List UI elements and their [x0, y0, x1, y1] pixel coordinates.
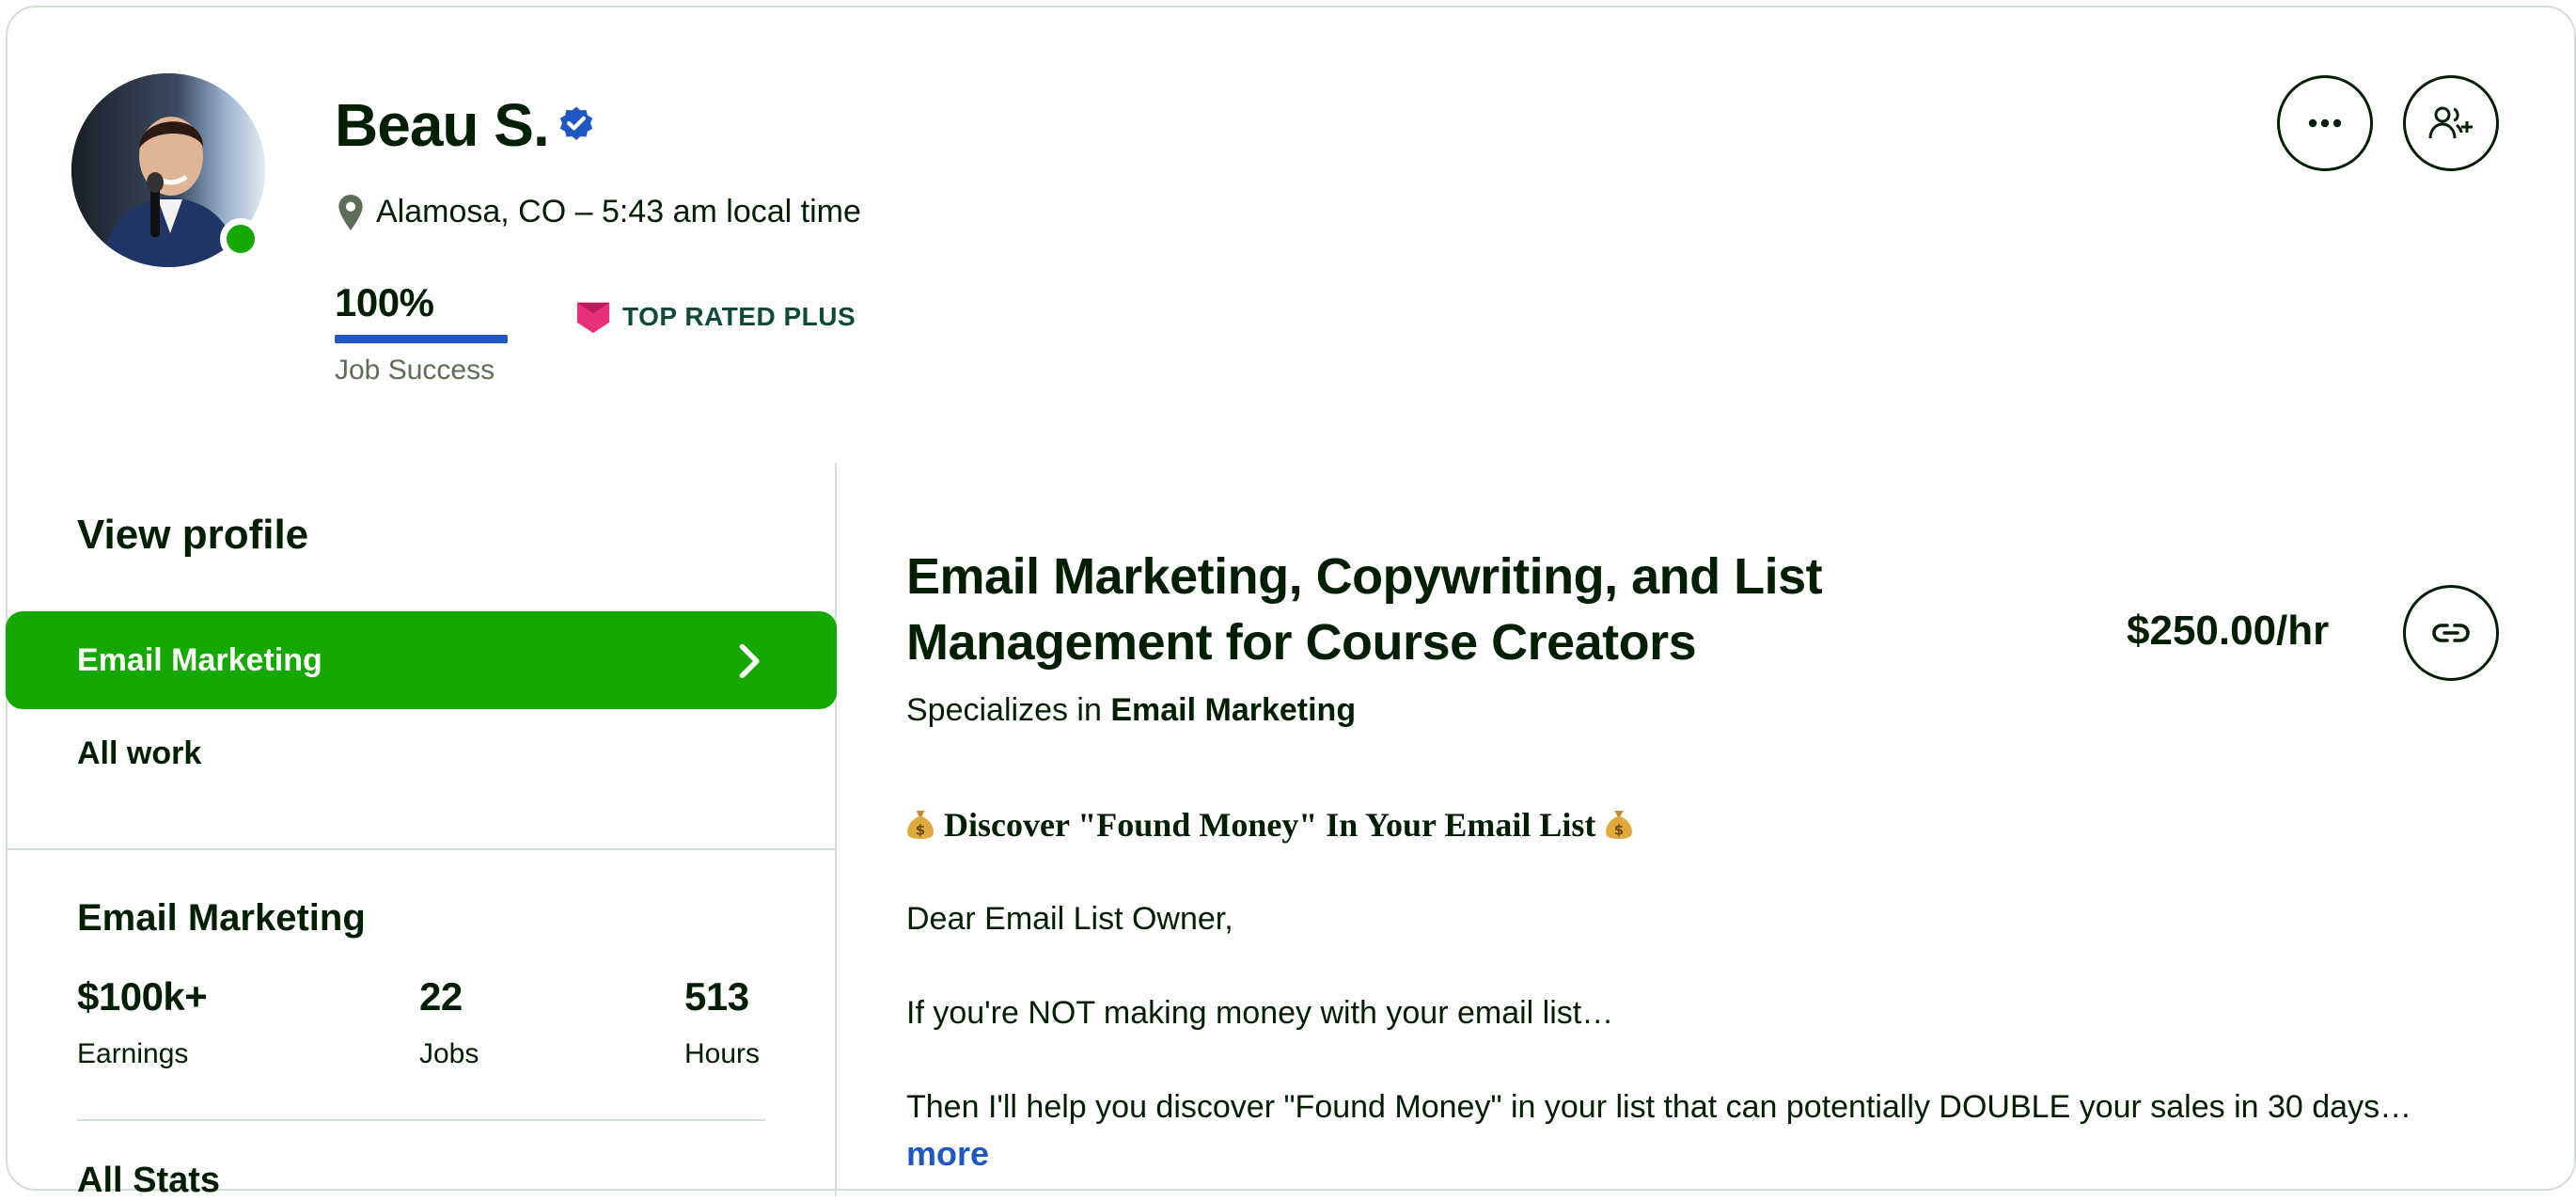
- description-line: Then I'll help you discover "Found Money…: [906, 1089, 2412, 1125]
- more-options-button[interactable]: [2277, 75, 2373, 171]
- online-status-indicator: [220, 218, 261, 260]
- specializes-prefix: Specializes in: [906, 692, 1102, 728]
- avatar: [71, 73, 265, 267]
- column-divider: [835, 463, 837, 1196]
- all-stats-heading: All Stats: [77, 1161, 221, 1200]
- stats-divider: [77, 1119, 765, 1121]
- job-success-bar: [335, 335, 508, 343]
- hourly-rate: $250.00/hr: [2127, 608, 2330, 654]
- stat-jobs: 22 Jobs: [419, 974, 479, 1070]
- description-greeting: Dear Email List Owner,: [906, 901, 1233, 937]
- svg-text:$: $: [1614, 822, 1624, 839]
- top-rated-plus-badge: TOP RATED PLUS: [575, 299, 856, 335]
- profile-title-line1: Email Marketing, Copywriting, and List: [906, 548, 1823, 605]
- stat-label: Hours: [684, 1038, 761, 1069]
- add-person-icon: [2428, 106, 2473, 139]
- job-success-score: 100% Job Success: [335, 280, 508, 387]
- location-text: Alamosa, CO – 5:43 am local time: [376, 194, 861, 229]
- copy-link-button[interactable]: [2403, 585, 2499, 681]
- job-success-label: Job Success: [335, 355, 495, 386]
- top-rated-plus-icon: [576, 302, 610, 334]
- description-heading-row: $ Discover "Found Money" In Your Email L…: [906, 805, 1642, 845]
- location-pin-icon: [338, 194, 363, 230]
- specializes-line: Specializes in Email Marketing: [906, 692, 1356, 729]
- sidebar-divider: [6, 848, 837, 850]
- stats-title: Email Marketing: [77, 897, 366, 939]
- invite-to-job-button[interactable]: [2403, 75, 2499, 171]
- profile-title: Email Marketing, Copywriting, and List M…: [906, 544, 1940, 675]
- job-success-bar-fill: [335, 335, 508, 343]
- stat-earnings: $100k+ Earnings: [77, 974, 208, 1070]
- job-success-value: 100%: [335, 280, 434, 324]
- verified-badge-icon: [559, 106, 593, 140]
- badge-label: TOP RATED PLUS: [622, 302, 856, 331]
- profile-title-line2: Management for Course Creators: [906, 614, 1697, 671]
- stat-value: 22: [419, 974, 463, 1019]
- ellipsis-icon: [2308, 119, 2342, 128]
- more-link[interactable]: more: [906, 1134, 989, 1174]
- sidebar-item-email-marketing[interactable]: Email Marketing: [6, 611, 837, 709]
- svg-text:$: $: [916, 822, 925, 839]
- profile-name: Beau S.: [335, 91, 550, 159]
- stat-label: Jobs: [419, 1038, 479, 1069]
- stat-label: Earnings: [77, 1038, 189, 1069]
- view-profile-heading: View profile: [77, 512, 309, 558]
- stat-hours: 513 Hours: [684, 974, 760, 1070]
- money-bag-icon: $: [907, 811, 934, 839]
- description-line: If you're NOT making money with your ema…: [906, 995, 1614, 1031]
- money-bag-icon: $: [1606, 811, 1633, 839]
- link-icon: [2432, 624, 2470, 642]
- stat-value: 513: [684, 974, 749, 1019]
- location-row: Alamosa, CO – 5:43 am local time: [338, 194, 861, 230]
- description-heading: Discover "Found Money" In Your Email Lis…: [944, 806, 1596, 844]
- specializes-value: Email Marketing: [1110, 692, 1357, 728]
- chevron-right-icon: [739, 643, 760, 679]
- stat-value: $100k+: [77, 974, 208, 1019]
- sidebar-item-all-work[interactable]: All work: [77, 735, 201, 772]
- sidebar-item-label: Email Marketing: [77, 641, 322, 678]
